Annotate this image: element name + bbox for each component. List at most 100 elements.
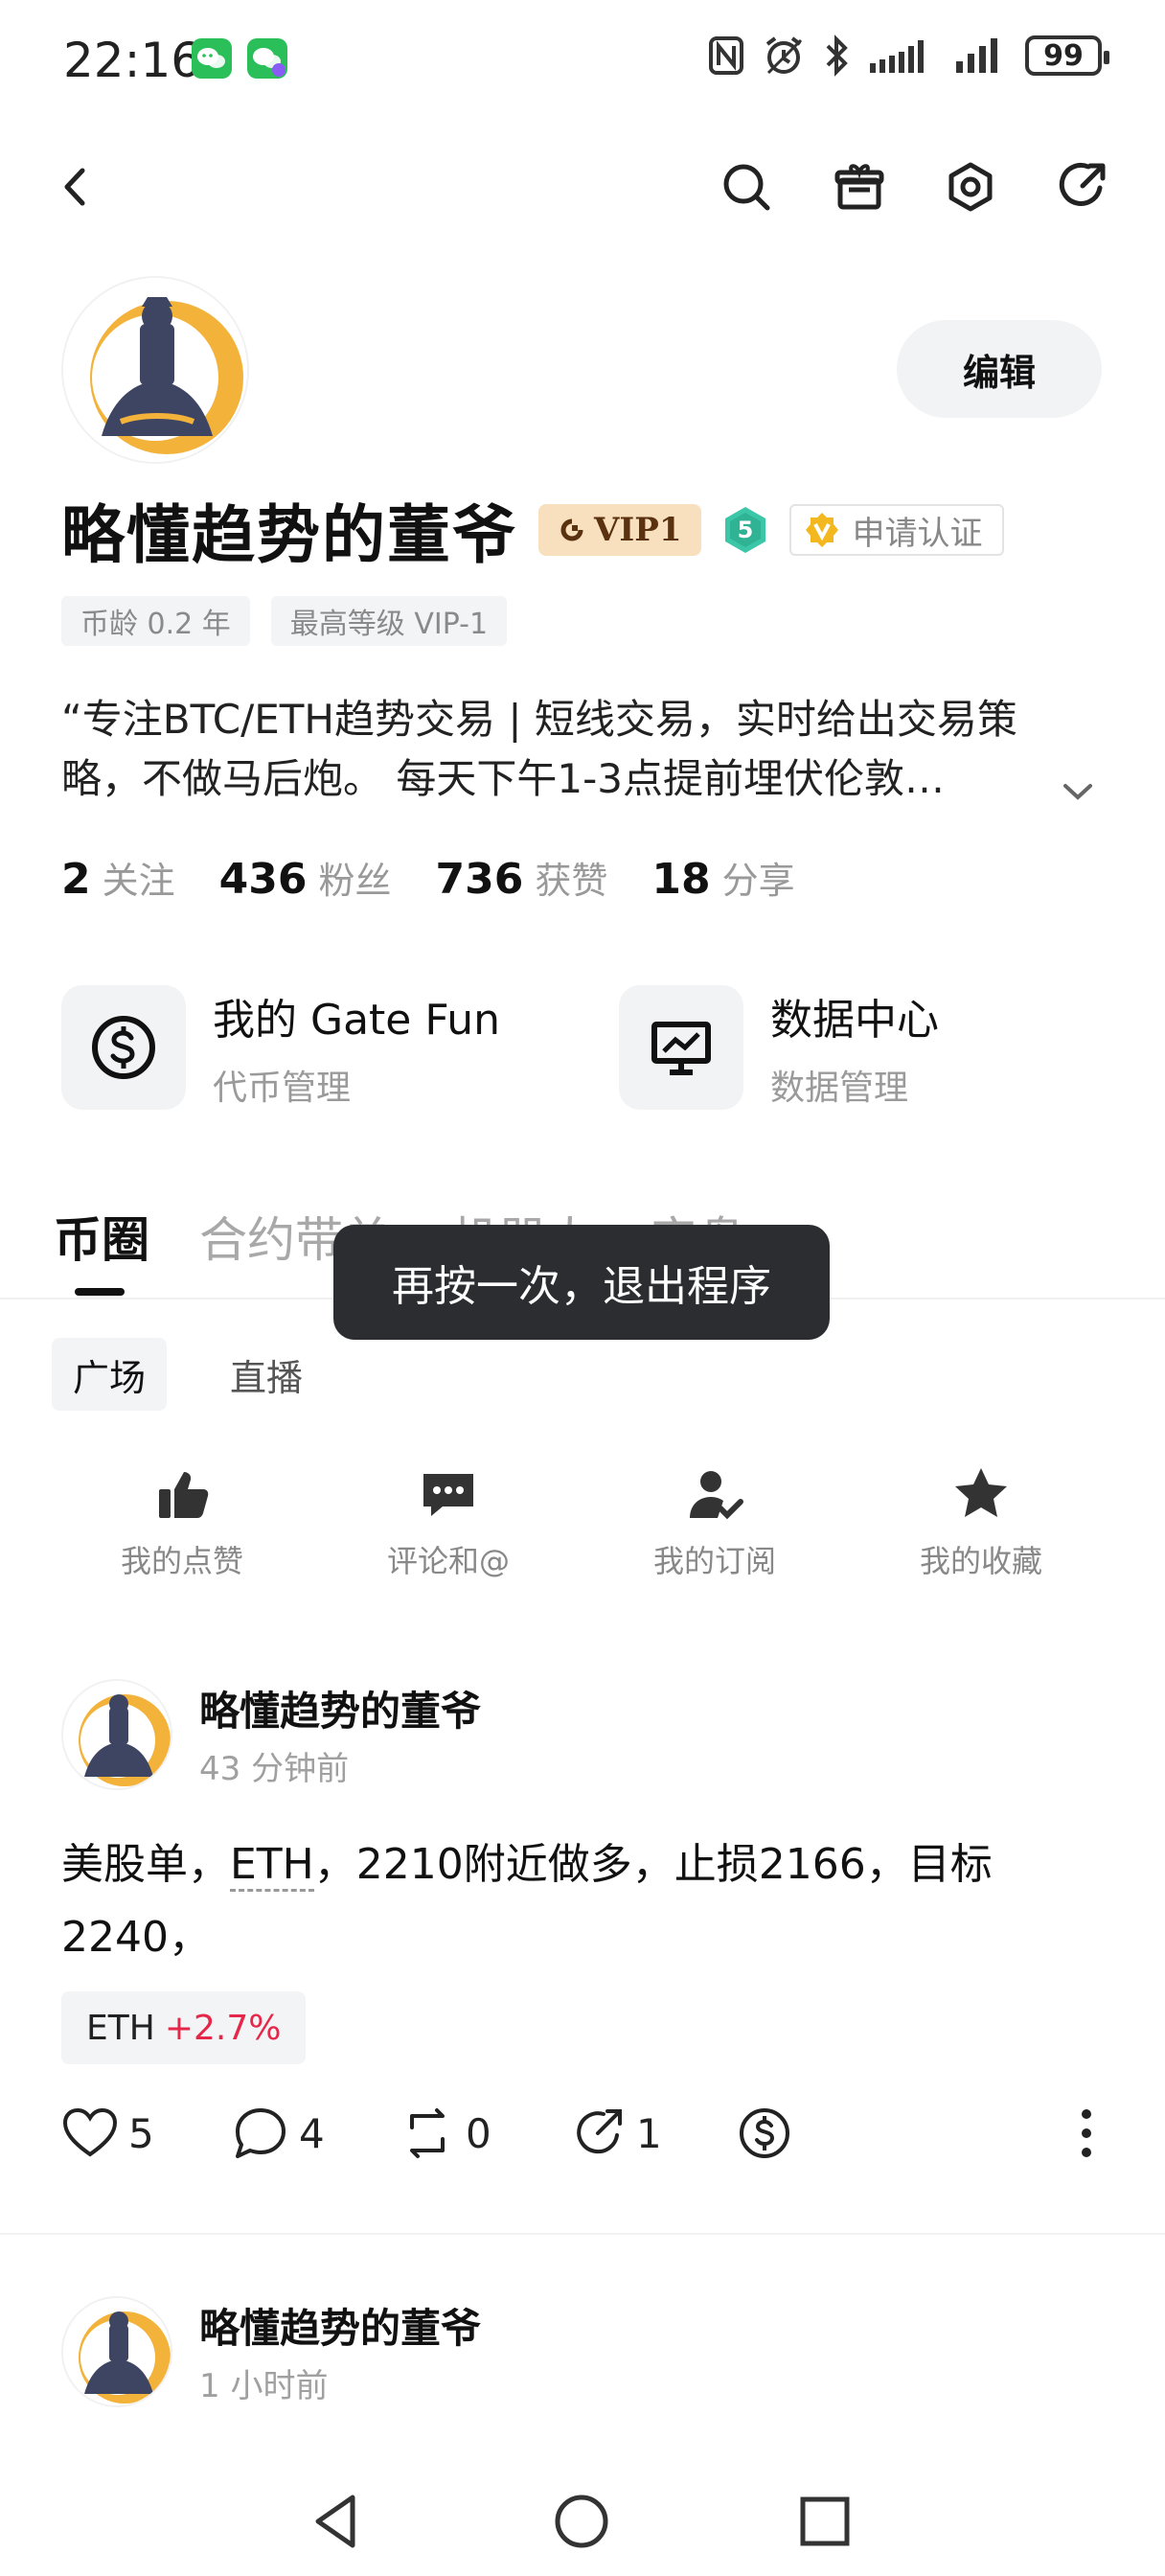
settings-button[interactable] [937, 153, 1004, 220]
tool-icon-box [619, 985, 743, 1110]
vip-label: VIP1 [594, 511, 682, 549]
post-author-name-2[interactable]: 略懂趋势的董爷 [199, 2296, 481, 2355]
expand-bio-button[interactable] [1054, 767, 1102, 815]
comment-count: 4 [299, 2109, 325, 2157]
apply-verification-button[interactable]: 申请认证 [788, 504, 1004, 556]
wechat-notification-icon [192, 38, 232, 79]
post-author-name[interactable]: 略懂趋势的董爷 [199, 1679, 481, 1737]
subtab-square[interactable]: 广场 [52, 1338, 168, 1411]
following-label: 关注 [102, 860, 175, 902]
post-coin-link[interactable]: ETH [230, 1840, 314, 1892]
my-subscriptions-label: 我的订阅 [652, 1543, 776, 1579]
signal-strength-icon-2 [956, 38, 997, 73]
shares-label: 分享 [721, 860, 795, 902]
comment-icon [423, 1474, 473, 1516]
level-badge[interactable]: 5 [722, 505, 768, 555]
repost-button[interactable]: 0 [399, 2104, 491, 2162]
search-icon [723, 164, 770, 211]
my-likes-button[interactable]: 我的点赞 [77, 1464, 287, 1581]
share-button[interactable] [1048, 153, 1115, 220]
active-tab-indicator [75, 1288, 125, 1296]
exit-toast: 再按一次，退出程序 [333, 1225, 830, 1340]
heart-icon [62, 2107, 118, 2157]
system-back-button[interactable] [305, 2488, 372, 2555]
share-post-button[interactable]: 1 [569, 2104, 662, 2162]
repost-icon [410, 2108, 445, 2158]
comments-mentions-label: 评论和@ [386, 1543, 510, 1579]
gift-icon [834, 164, 884, 210]
triangle-back-icon [315, 2495, 355, 2548]
tab-moments[interactable]: 币圈 [54, 1202, 149, 1271]
profile-name-row: 略懂趋势的董爷 VIP1 5 申请认证 [61, 487, 1004, 573]
verified-badge-icon [805, 513, 838, 547]
shares-stat[interactable]: 18 分享 [651, 851, 794, 904]
gate-fun-subtitle: 代币管理 [213, 1069, 352, 1108]
system-home-button[interactable] [548, 2488, 615, 2555]
data-center-title: 数据中心 [770, 996, 939, 1045]
likes-stat[interactable]: 736 获赞 [436, 851, 608, 904]
square-recents-icon [800, 2496, 850, 2546]
comment-button[interactable]: 4 [232, 2104, 325, 2162]
top-navigation [0, 144, 1165, 230]
gate-logo-icon [560, 518, 583, 541]
system-recents-button[interactable] [791, 2488, 858, 2555]
like-button[interactable]: 5 [61, 2104, 154, 2162]
post-content-text: 美股单， [61, 1840, 230, 1889]
chevron-down-icon [1063, 784, 1092, 800]
profile-page: 22:16 99 编辑 略懂趋势的董爷 VIP1 5 申请认证 币龄 0.2 年… [0, 0, 1165, 2576]
bluetooth-icon [826, 34, 848, 77]
tool-icon-box [61, 985, 186, 1110]
my-favorites-button[interactable]: 我的收藏 [876, 1464, 1086, 1581]
level-number: 5 [737, 517, 753, 543]
followers-label: 粉丝 [318, 860, 392, 902]
gift-button[interactable] [826, 153, 893, 220]
vip-badge[interactable]: VIP1 [538, 504, 701, 556]
tip-button[interactable] [736, 2104, 793, 2162]
status-time: 22:16 [63, 33, 202, 88]
gate-fun-card[interactable]: 我的 Gate Fun 代币管理 [61, 985, 500, 1110]
circle-home-icon [555, 2495, 608, 2548]
my-likes-label: 我的点赞 [120, 1543, 243, 1579]
wechat-notification-icon-2 [247, 38, 287, 79]
search-button[interactable] [713, 153, 780, 220]
back-button[interactable] [42, 153, 109, 220]
followers-count: 436 [218, 855, 308, 904]
data-center-card[interactable]: 数据中心 数据管理 [619, 985, 939, 1110]
monitor-chart-icon [651, 1022, 711, 1075]
post-author-avatar[interactable] [61, 1679, 172, 1790]
dollar-circle-icon [92, 1016, 155, 1079]
more-vertical-icon [1082, 2109, 1091, 2157]
comments-mentions-button[interactable]: 评论和@ [343, 1464, 554, 1581]
subscribe-user-icon [690, 1471, 743, 1520]
post-time: 43 分钟前 [199, 1750, 350, 1788]
account-age-tag: 币龄 0.2 年 [61, 596, 250, 646]
edit-profile-button[interactable]: 编辑 [897, 320, 1102, 418]
gate-fun-title: 我的 Gate Fun [213, 996, 501, 1045]
repost-count: 0 [466, 2109, 491, 2157]
alarm-icon [765, 36, 803, 75]
profile-stats: 2 关注 436 粉丝 736 获赞 18 分享 [61, 851, 795, 904]
post-time-2: 1 小时前 [199, 2367, 329, 2405]
post-content[interactable]: 美股单，ETH，2210附近做多，止损2166，目标2240， [61, 1828, 1096, 1974]
gear-icon [948, 162, 993, 212]
profile-bio[interactable]: “专注BTC/ETH趋势交易 | 短线交易，实时给出交易策略，不做马后炮。 每天… [61, 690, 1077, 809]
more-options-button[interactable] [1058, 2104, 1115, 2162]
dollar-circle-icon [740, 2108, 789, 2158]
system-navigation-bar [0, 2471, 1165, 2576]
post-author-avatar-2[interactable] [61, 2296, 172, 2407]
share-arrow-icon [1059, 162, 1106, 206]
star-icon [955, 1468, 1007, 1517]
followers-stat[interactable]: 436 粉丝 [219, 851, 392, 904]
subtab-live[interactable]: 直播 [209, 1338, 324, 1411]
post-divider [0, 2233, 1165, 2235]
coin-change: +2.7% [164, 2008, 282, 2048]
following-stat[interactable]: 2 关注 [61, 851, 175, 904]
status-bar: 22:16 99 [0, 0, 1165, 115]
following-count: 2 [61, 855, 91, 904]
my-subscriptions-button[interactable]: 我的订阅 [609, 1464, 820, 1581]
share-arrow-icon [577, 2109, 622, 2154]
data-center-subtitle: 数据管理 [770, 1069, 909, 1108]
profile-avatar[interactable] [61, 276, 249, 464]
coin-price-chip[interactable]: ETH +2.7% [61, 1991, 307, 2064]
max-level-tag: 最高等级 VIP-1 [270, 596, 508, 646]
